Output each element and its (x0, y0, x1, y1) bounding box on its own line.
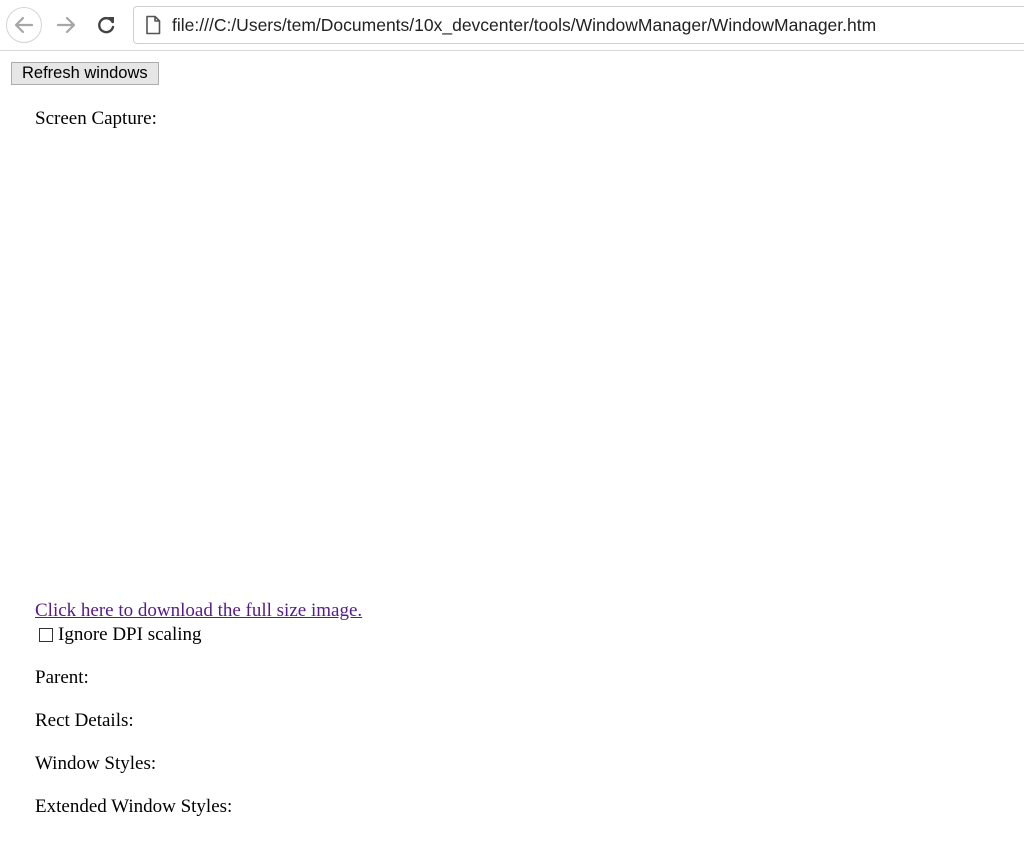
forward-arrow-icon (56, 16, 76, 34)
screen-capture-area (35, 140, 735, 595)
ignore-dpi-row: Ignore DPI scaling (39, 624, 202, 646)
reload-icon (98, 17, 115, 34)
parent-label: Parent: (35, 667, 89, 688)
back-button[interactable] (6, 7, 42, 43)
address-bar[interactable]: file:///C:/Users/tem/Documents/10x_devce… (133, 6, 1024, 44)
browser-toolbar: file:///C:/Users/tem/Documents/10x_devce… (0, 0, 1024, 51)
download-full-image-link[interactable]: Click here to download the full size ima… (35, 600, 362, 622)
window-styles-label: Window Styles: (35, 753, 157, 774)
page-icon (143, 14, 163, 36)
screen-capture-label: Screen Capture: (35, 108, 157, 129)
ignore-dpi-checkbox[interactable] (39, 628, 53, 642)
back-arrow-icon (14, 16, 34, 34)
forward-button[interactable] (48, 7, 84, 43)
refresh-windows-button[interactable]: Refresh windows (11, 62, 159, 85)
reload-button[interactable] (88, 7, 124, 43)
rect-details-label: Rect Details: (35, 710, 134, 731)
url-text[interactable]: file:///C:/Users/tem/Documents/10x_devce… (172, 15, 876, 36)
ignore-dpi-label: Ignore DPI scaling (58, 624, 202, 645)
extended-window-styles-label: Extended Window Styles: (35, 796, 233, 817)
